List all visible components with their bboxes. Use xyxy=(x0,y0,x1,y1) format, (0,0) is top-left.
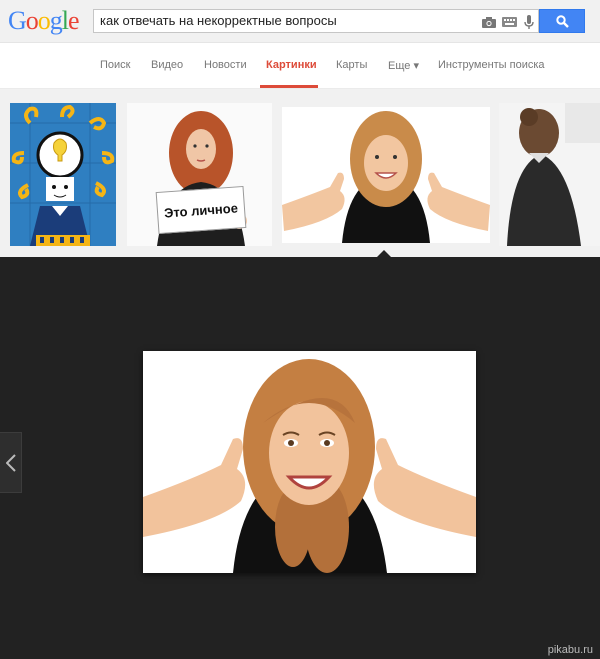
logo-letter: G xyxy=(8,6,27,35)
tab-maps[interactable]: Карты xyxy=(336,59,367,71)
tab-video[interactable]: Видео xyxy=(151,59,183,71)
preview-image[interactable] xyxy=(143,351,476,573)
tab-more[interactable]: Еще ▾ xyxy=(388,59,419,72)
tab-news[interactable]: Новости xyxy=(204,59,247,71)
logo-letter: g xyxy=(49,6,63,35)
thumbnail-woman-with-sign[interactable]: Это личное xyxy=(127,103,272,246)
active-tab-indicator xyxy=(260,85,318,88)
microphone-icon[interactable] xyxy=(520,14,538,30)
tab-search[interactable]: Поиск xyxy=(100,59,130,71)
logo-letter: o xyxy=(25,6,39,35)
search-button[interactable] xyxy=(539,9,585,33)
thumbnail-lightbulb-illustration[interactable] xyxy=(10,103,116,246)
top-bar: Google xyxy=(0,0,600,43)
magnifier-icon xyxy=(555,14,569,28)
thumbnail-woman-from-behind[interactable] xyxy=(499,103,600,246)
thumbnail-strip: Это личное xyxy=(0,89,600,257)
google-logo[interactable]: Google xyxy=(8,6,80,36)
search-input[interactable] xyxy=(100,13,470,28)
thumbnail-woman-thumbs-up[interactable] xyxy=(282,107,490,243)
tab-images[interactable]: Картинки xyxy=(266,59,317,71)
pikabu-watermark: pikabu.ru xyxy=(547,644,593,656)
camera-icon[interactable] xyxy=(480,14,498,30)
image-viewer: pikabu.ru xyxy=(0,257,600,659)
tab-search-tools[interactable]: Инструменты поиска xyxy=(438,59,545,71)
keyboard-icon[interactable] xyxy=(500,14,518,30)
search-box xyxy=(93,9,539,33)
chevron-left-icon xyxy=(5,453,16,472)
previous-image-button[interactable] xyxy=(0,432,22,493)
logo-letter: o xyxy=(37,6,51,35)
logo-letter: e xyxy=(68,6,80,35)
sign-card: Это личное xyxy=(155,185,247,235)
sign-text: Это личное xyxy=(163,199,239,221)
search-tabs: Поиск Видео Новости Картинки Карты Еще ▾… xyxy=(0,43,600,89)
